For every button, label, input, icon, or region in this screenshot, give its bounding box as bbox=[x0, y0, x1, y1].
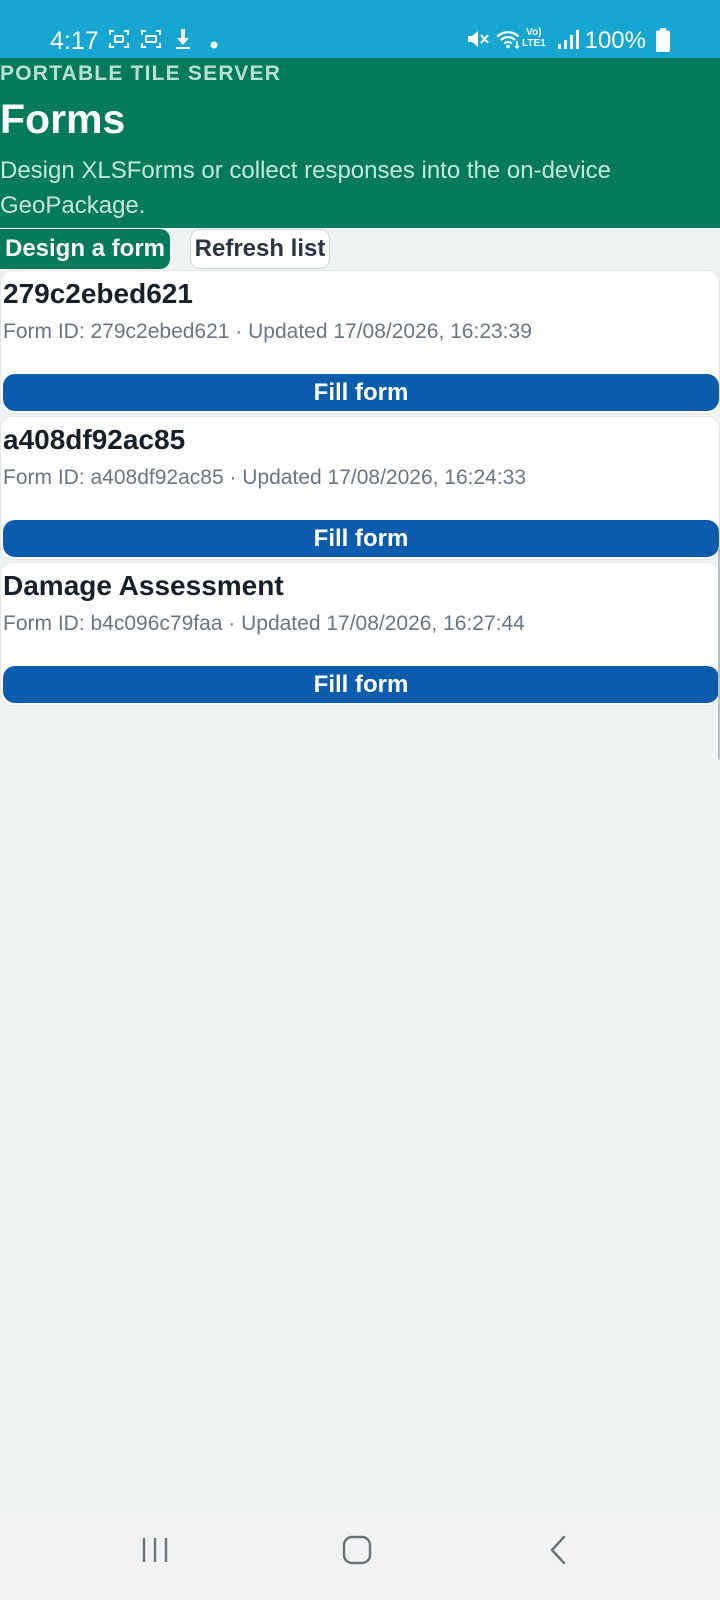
page-subtitle: Design XLSForms or collect responses int… bbox=[0, 157, 611, 219]
form-title: a408df92ac85 bbox=[3, 424, 186, 455]
form-title: Damage Assessment bbox=[3, 570, 284, 601]
download-icon bbox=[174, 28, 192, 55]
form-card: a408df92ac85 Form ID: a408df92ac85 · Upd… bbox=[0, 416, 720, 560]
status-time: 4:17 bbox=[50, 27, 99, 55]
lte-label: LTE1 bbox=[522, 38, 546, 49]
wifi-icon bbox=[496, 28, 522, 55]
form-title: 279c2ebed621 bbox=[3, 278, 193, 309]
status-bar: 4:17 Vo) LTE1 100% bbox=[0, 0, 720, 58]
fill-form-button[interactable]: Fill form bbox=[3, 520, 719, 557]
mute-icon bbox=[466, 28, 490, 55]
form-meta: Form ID: a408df92ac85 · Updated 17/08/20… bbox=[3, 466, 527, 489]
back-icon[interactable] bbox=[546, 1532, 570, 1573]
battery-icon bbox=[656, 28, 670, 57]
form-meta: Form ID: b4c096c79faa · Updated 17/08/20… bbox=[3, 612, 525, 635]
form-card: Damage Assessment Form ID: b4c096c79faa … bbox=[0, 562, 720, 706]
fill-form-button[interactable]: Fill form bbox=[3, 374, 719, 411]
battery-percent: 100% bbox=[584, 27, 646, 54]
home-icon[interactable] bbox=[342, 1532, 372, 1573]
form-card: 279c2ebed621 Form ID: 279c2ebed621 · Upd… bbox=[0, 270, 720, 414]
dot-icon bbox=[210, 36, 218, 54]
recent-apps-icon[interactable] bbox=[140, 1532, 170, 1573]
screenshot-icon bbox=[108, 28, 130, 55]
scrollbar[interactable] bbox=[714, 548, 720, 760]
navigation-bar bbox=[0, 1512, 720, 1600]
page-title: Forms bbox=[0, 96, 126, 142]
form-meta: Form ID: 279c2ebed621 · Updated 17/08/20… bbox=[3, 320, 532, 343]
screen-record-icon bbox=[140, 28, 162, 55]
app-name: PORTABLE TILE SERVER bbox=[0, 62, 282, 85]
volte-label: Vo) bbox=[526, 27, 542, 38]
signal-icon bbox=[557, 28, 579, 55]
app-header: PORTABLE TILE SERVER Forms Design XLSFor… bbox=[0, 58, 720, 228]
refresh-list-button[interactable]: Refresh list bbox=[190, 229, 330, 269]
fill-form-button[interactable]: Fill form bbox=[3, 666, 719, 703]
volte-icon: Vo) LTE1 bbox=[522, 27, 546, 49]
design-form-button[interactable]: Design a form bbox=[0, 229, 170, 269]
